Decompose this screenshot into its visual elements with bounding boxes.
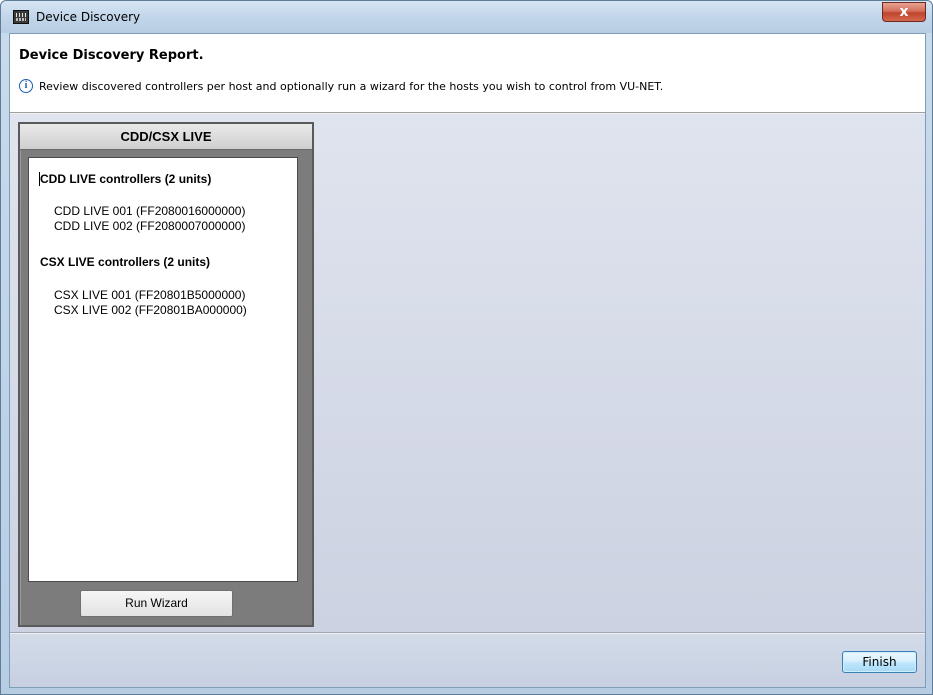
list-item: CDD LIVE 001 (FF2080016000000) — [54, 204, 246, 218]
host-panel-title: CDD/CSX LIVE — [20, 124, 312, 150]
group-title-cdd: CDD LIVE controllers (2 units) — [40, 172, 212, 186]
close-button[interactable]: x — [882, 2, 926, 22]
host-panel-cdd-csx-live: CDD/CSX LIVE CDD LIVE controllers (2 uni… — [18, 122, 314, 627]
page-title: Device Discovery Report. — [19, 48, 204, 63]
report-header: Device Discovery Report. i Review discov… — [10, 34, 925, 113]
dialog-footer: Finish — [10, 634, 925, 687]
finish-button[interactable]: Finish — [842, 651, 917, 673]
group-title-csx: CSX LIVE controllers (2 units) — [40, 255, 211, 269]
hosts-area: CDD/CSX LIVE CDD LIVE controllers (2 uni… — [10, 114, 925, 633]
close-icon: x — [899, 4, 909, 20]
list-item: CSX LIVE 001 (FF20801B5000000) — [54, 288, 246, 302]
device-discovery-window: Device Discovery x Device Discovery Repo… — [0, 0, 933, 695]
client-area: Device Discovery Report. i Review discov… — [9, 33, 926, 688]
app-icon — [13, 10, 29, 24]
window-title: Device Discovery — [36, 10, 141, 24]
info-icon: i — [19, 79, 33, 93]
header-description: Review discovered controllers per host a… — [39, 80, 664, 93]
run-wizard-button[interactable]: Run Wizard — [80, 590, 233, 617]
list-item: CSX LIVE 002 (FF20801BA000000) — [54, 303, 247, 317]
list-item: CDD LIVE 002 (FF2080007000000) — [54, 219, 246, 233]
title-bar[interactable]: Device Discovery x — [1, 1, 932, 33]
controller-list[interactable]: CDD LIVE controllers (2 units) CDD LIVE … — [28, 157, 298, 582]
